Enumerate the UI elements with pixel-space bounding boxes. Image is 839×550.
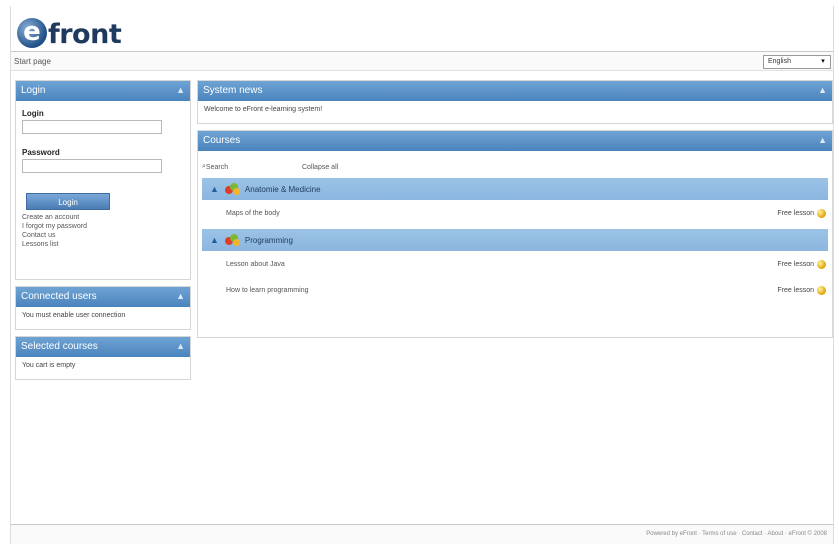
courses-title: Courses bbox=[203, 135, 241, 146]
footer: Powered by eFront · Terms of use · Conta… bbox=[11, 524, 833, 544]
courses-panel: Courses ▲ ⌕ Search Collapse all ▲ Anatom… bbox=[197, 130, 833, 338]
login-links: Create an account I forgot my password C… bbox=[22, 213, 184, 249]
puzzle-icon bbox=[224, 233, 241, 247]
forgot-password-link[interactable]: I forgot my password bbox=[22, 222, 184, 231]
search-placeholder: Search bbox=[205, 163, 229, 171]
login-panel-title: Login bbox=[21, 85, 46, 96]
footer-text[interactable]: Powered by eFront · Terms of use · Conta… bbox=[646, 531, 827, 537]
logo-e-icon: e bbox=[17, 18, 47, 48]
efront-logo[interactable]: e front bbox=[17, 10, 122, 50]
login-panel: Login ▲ Login Password Login Create an a… bbox=[15, 80, 191, 280]
logo-text: front bbox=[48, 19, 122, 50]
system-news-header: System news ▲ bbox=[198, 81, 832, 101]
course-name[interactable]: Lesson about Java bbox=[226, 261, 285, 268]
system-news-message: Welcome to eFront e-learning system! bbox=[204, 106, 323, 113]
enroll-icon bbox=[817, 208, 826, 218]
course-row: How to learn programming Free lesson bbox=[198, 277, 832, 303]
collapse-icon[interactable]: ▲ bbox=[818, 85, 827, 95]
breadcrumb[interactable]: Start page bbox=[14, 57, 51, 66]
course-row: Maps of the body Free lesson bbox=[198, 200, 832, 226]
free-lesson-button[interactable]: Free lesson bbox=[777, 208, 826, 218]
chevron-up-icon[interactable]: ▲ bbox=[210, 235, 219, 245]
collapse-icon[interactable]: ▲ bbox=[176, 85, 185, 95]
course-name[interactable]: Maps of the body bbox=[226, 210, 280, 217]
language-select[interactable]: English ▾ bbox=[763, 55, 831, 69]
login-field-label: Login bbox=[22, 109, 44, 118]
password-input[interactable] bbox=[22, 159, 162, 173]
selected-courses-header: Selected courses ▲ bbox=[16, 337, 190, 357]
enroll-icon bbox=[817, 259, 826, 269]
collapse-icon[interactable]: ▲ bbox=[176, 341, 185, 351]
course-row: Lesson about Java Free lesson bbox=[198, 251, 832, 277]
courses-header: Courses ▲ bbox=[198, 131, 832, 151]
category-name: Anatomie & Medicine bbox=[244, 184, 321, 194]
enroll-icon bbox=[817, 285, 826, 295]
login-panel-header: Login ▲ bbox=[16, 81, 190, 101]
selected-courses-panel: Selected courses ▲ You cart is empty bbox=[15, 336, 191, 380]
system-news-title: System news bbox=[203, 85, 263, 96]
selected-courses-title: Selected courses bbox=[21, 341, 98, 352]
course-name[interactable]: How to learn programming bbox=[226, 287, 308, 294]
create-account-link[interactable]: Create an account bbox=[22, 213, 184, 222]
app-window: e front Start page English ▾ Login ▲ Log… bbox=[10, 6, 834, 544]
category-row[interactable]: ▲ Programming bbox=[202, 229, 828, 251]
connected-users-message: You must enable user connection bbox=[22, 312, 126, 319]
collapse-icon[interactable]: ▲ bbox=[818, 135, 827, 145]
system-news-panel: System news ▲ Welcome to eFront e-learni… bbox=[197, 80, 833, 124]
login-input[interactable] bbox=[22, 120, 162, 134]
top-bar: Start page English ▾ bbox=[11, 51, 833, 71]
password-field-label: Password bbox=[22, 148, 60, 157]
free-lesson-label: Free lesson bbox=[777, 209, 814, 217]
contact-link[interactable]: Contact us bbox=[22, 231, 184, 240]
category-name: Programming bbox=[244, 235, 293, 245]
connected-users-title: Connected users bbox=[21, 291, 97, 302]
category-row[interactable]: ▲ Anatomie & Medicine bbox=[202, 178, 828, 200]
course-tools: ⌕ Search Collapse all bbox=[198, 159, 832, 175]
collapse-all-link[interactable]: Collapse all bbox=[302, 164, 338, 171]
free-lesson-button[interactable]: Free lesson bbox=[777, 285, 826, 295]
course-search-input[interactable]: ⌕ Search bbox=[202, 161, 292, 173]
free-lesson-button[interactable]: Free lesson bbox=[777, 259, 826, 269]
lessons-list-link[interactable]: Lessons list bbox=[22, 240, 184, 249]
chevron-up-icon[interactable]: ▲ bbox=[210, 184, 219, 194]
puzzle-icon bbox=[224, 182, 241, 196]
collapse-icon[interactable]: ▲ bbox=[176, 291, 185, 301]
connected-users-panel: Connected users ▲ You must enable user c… bbox=[15, 286, 191, 330]
connected-users-header: Connected users ▲ bbox=[16, 287, 190, 307]
free-lesson-label: Free lesson bbox=[777, 286, 814, 294]
chevron-down-icon[interactable]: ▾ bbox=[818, 57, 828, 67]
selected-courses-message: You cart is empty bbox=[22, 362, 76, 369]
free-lesson-label: Free lesson bbox=[777, 260, 814, 268]
login-button[interactable]: Login bbox=[26, 193, 110, 210]
language-selected-value: English bbox=[768, 58, 791, 65]
